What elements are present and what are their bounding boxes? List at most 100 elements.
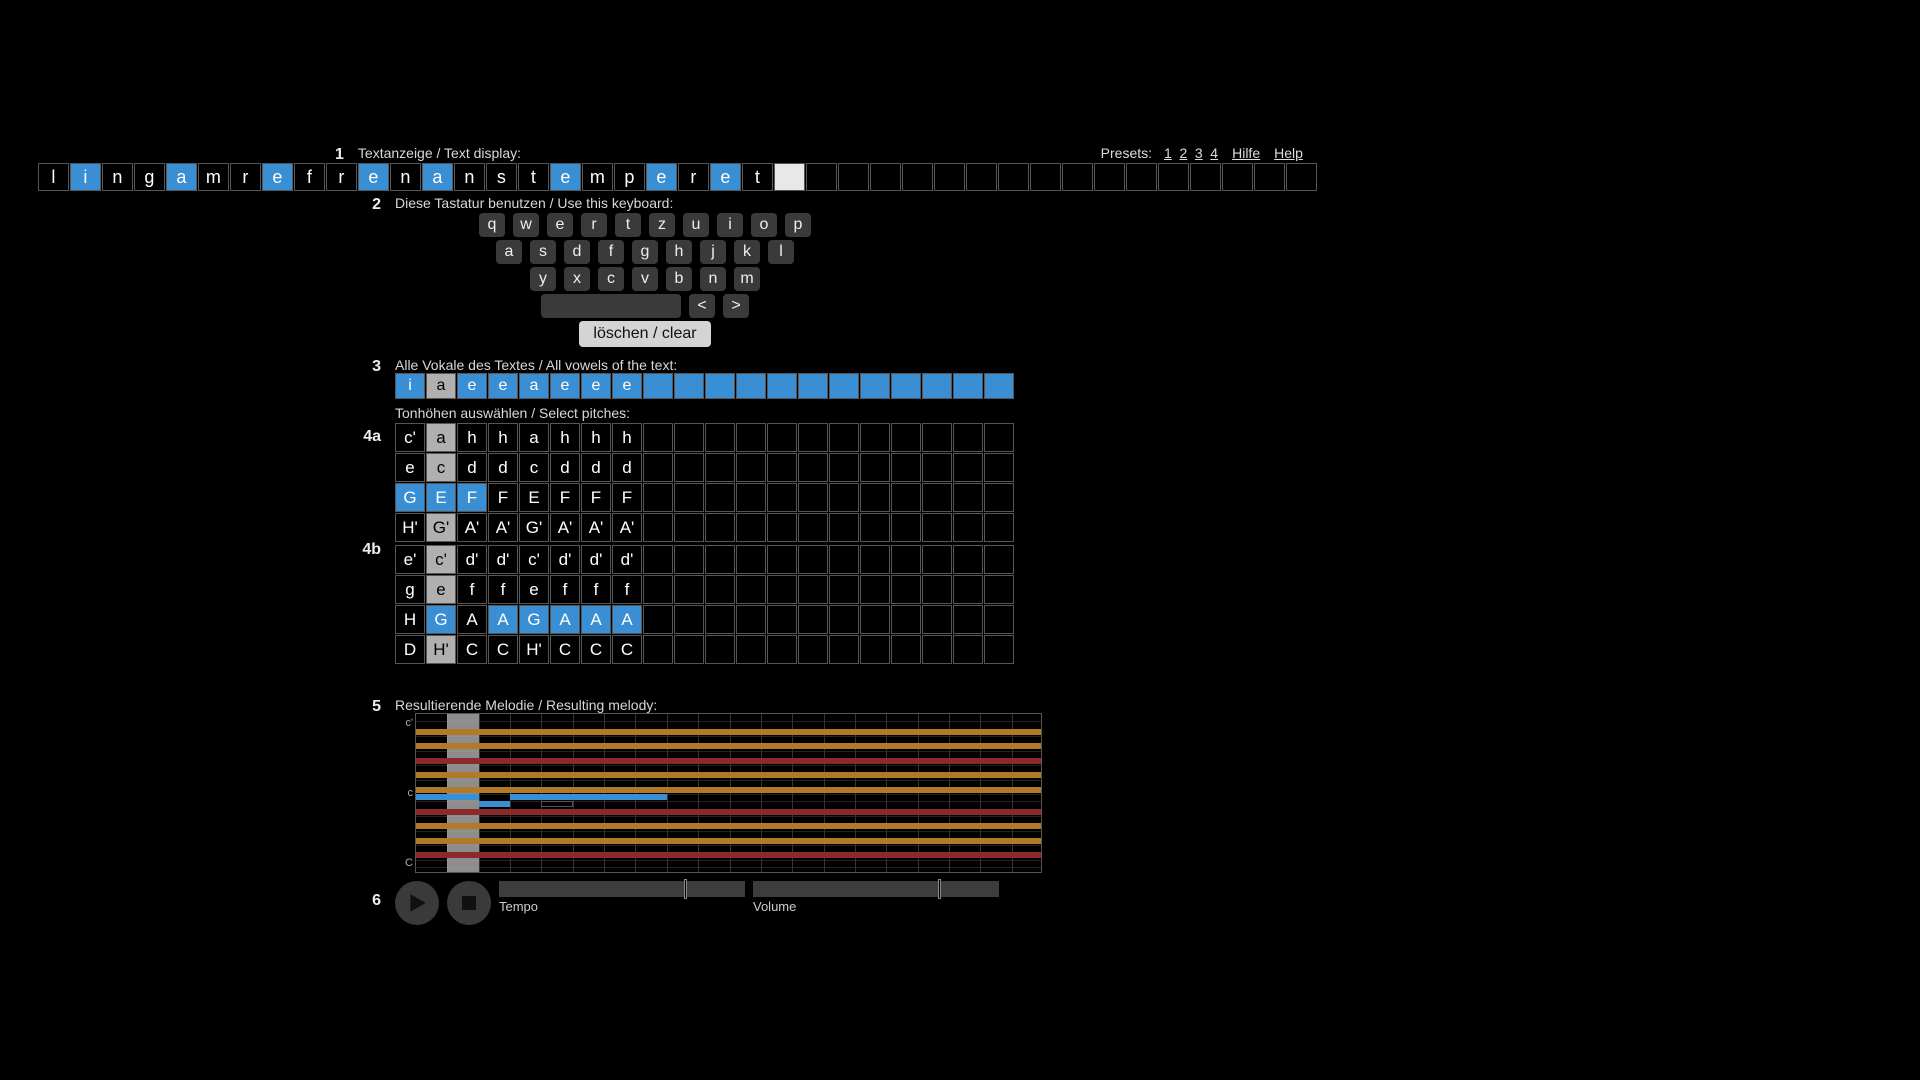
- pitch-cell[interactable]: [643, 635, 673, 664]
- pitch-cell[interactable]: h: [457, 423, 487, 452]
- pitch-cell[interactable]: [984, 423, 1014, 452]
- help-link[interactable]: Help: [1272, 145, 1305, 161]
- vowel-cell[interactable]: e: [581, 373, 611, 399]
- text-cell[interactable]: f: [294, 163, 325, 191]
- pitch-cell[interactable]: [891, 635, 921, 664]
- pitch-cell[interactable]: d: [581, 453, 611, 482]
- pitch-cell[interactable]: d': [612, 545, 642, 574]
- pitch-cell[interactable]: F: [550, 483, 580, 512]
- pitch-cell[interactable]: [798, 605, 828, 634]
- pitch-cell[interactable]: [705, 423, 735, 452]
- key-right[interactable]: >: [723, 294, 749, 318]
- tempo-slider[interactable]: [499, 881, 745, 897]
- pitch-cell[interactable]: [798, 575, 828, 604]
- pitch-cell[interactable]: [798, 545, 828, 574]
- text-cell[interactable]: [1094, 163, 1125, 191]
- key-o[interactable]: o: [751, 213, 777, 237]
- pitch-cell[interactable]: [860, 483, 890, 512]
- text-cell[interactable]: n: [390, 163, 421, 191]
- pitch-cell[interactable]: e': [395, 545, 425, 574]
- pitch-cell[interactable]: [798, 635, 828, 664]
- pitch-cell[interactable]: [767, 483, 797, 512]
- vowel-cell[interactable]: [767, 373, 797, 399]
- key-q[interactable]: q: [479, 213, 505, 237]
- vowel-cell[interactable]: e: [457, 373, 487, 399]
- pitch-cell[interactable]: G': [519, 513, 549, 542]
- pitch-cell[interactable]: [736, 423, 766, 452]
- pitch-cell[interactable]: H: [395, 605, 425, 634]
- vowel-cell[interactable]: [705, 373, 735, 399]
- vowel-cell[interactable]: [798, 373, 828, 399]
- key-f[interactable]: f: [598, 240, 624, 264]
- pitch-cell[interactable]: A: [457, 605, 487, 634]
- pitch-cell[interactable]: C: [550, 635, 580, 664]
- text-cell[interactable]: p: [614, 163, 645, 191]
- pitch-cell[interactable]: F: [488, 483, 518, 512]
- clear-button[interactable]: löschen / clear: [579, 321, 710, 347]
- pitch-cell[interactable]: [767, 605, 797, 634]
- pitch-cell[interactable]: [705, 575, 735, 604]
- text-cell[interactable]: r: [326, 163, 357, 191]
- pitch-cell[interactable]: [674, 513, 704, 542]
- key-u[interactable]: u: [683, 213, 709, 237]
- pitch-cell[interactable]: E: [519, 483, 549, 512]
- pitch-cell[interactable]: d: [457, 453, 487, 482]
- text-cell[interactable]: [1190, 163, 1221, 191]
- pitch-cell[interactable]: e: [426, 575, 456, 604]
- key-l[interactable]: l: [768, 240, 794, 264]
- pitch-cell[interactable]: A: [612, 605, 642, 634]
- key-a[interactable]: a: [496, 240, 522, 264]
- pitch-cell[interactable]: [860, 423, 890, 452]
- pitch-cell[interactable]: H': [519, 635, 549, 664]
- pitch-cell[interactable]: [984, 513, 1014, 542]
- pitch-cell[interactable]: [829, 575, 859, 604]
- pitch-cell[interactable]: D: [395, 635, 425, 664]
- text-cell[interactable]: m: [198, 163, 229, 191]
- text-cell[interactable]: n: [102, 163, 133, 191]
- pitch-cell[interactable]: [891, 483, 921, 512]
- text-cell[interactable]: g: [134, 163, 165, 191]
- pitch-cell[interactable]: [705, 453, 735, 482]
- pitch-cell[interactable]: G: [426, 605, 456, 634]
- key-v[interactable]: v: [632, 267, 658, 291]
- key-r[interactable]: r: [581, 213, 607, 237]
- pitch-cell[interactable]: d: [612, 453, 642, 482]
- hilfe-link[interactable]: Hilfe: [1230, 145, 1262, 161]
- pitch-cell[interactable]: [829, 483, 859, 512]
- pitch-cell[interactable]: [984, 575, 1014, 604]
- pitch-cell[interactable]: [860, 575, 890, 604]
- pitch-cell[interactable]: [829, 605, 859, 634]
- pitch-cell[interactable]: [674, 575, 704, 604]
- pitch-cell[interactable]: [953, 635, 983, 664]
- preset-3[interactable]: 3: [1193, 145, 1205, 161]
- preset-2[interactable]: 2: [1177, 145, 1189, 161]
- text-cell[interactable]: [966, 163, 997, 191]
- text-cell[interactable]: e: [646, 163, 677, 191]
- pitch-cell[interactable]: [798, 513, 828, 542]
- pitch-cell[interactable]: c: [519, 453, 549, 482]
- pitch-cell[interactable]: [736, 605, 766, 634]
- key-space[interactable]: [541, 294, 681, 318]
- text-cell[interactable]: n: [454, 163, 485, 191]
- pitch-cell[interactable]: [891, 575, 921, 604]
- text-cell[interactable]: [902, 163, 933, 191]
- key-i[interactable]: i: [717, 213, 743, 237]
- text-cell[interactable]: e: [710, 163, 741, 191]
- vowel-cell[interactable]: e: [612, 373, 642, 399]
- text-cell[interactable]: t: [742, 163, 773, 191]
- pitch-cell[interactable]: [829, 635, 859, 664]
- pitch-cell[interactable]: [891, 513, 921, 542]
- pitch-cell[interactable]: [922, 453, 952, 482]
- pitch-cell[interactable]: [767, 545, 797, 574]
- pitch-cell[interactable]: [953, 605, 983, 634]
- pitch-cell[interactable]: [643, 575, 673, 604]
- key-x[interactable]: x: [564, 267, 590, 291]
- pitch-cell[interactable]: [984, 635, 1014, 664]
- text-cell[interactable]: s: [486, 163, 517, 191]
- pitch-cell[interactable]: d: [488, 453, 518, 482]
- pitch-cell[interactable]: e: [395, 453, 425, 482]
- text-cell[interactable]: [934, 163, 965, 191]
- pitch-cell[interactable]: [643, 545, 673, 574]
- key-w[interactable]: w: [513, 213, 539, 237]
- key-t[interactable]: t: [615, 213, 641, 237]
